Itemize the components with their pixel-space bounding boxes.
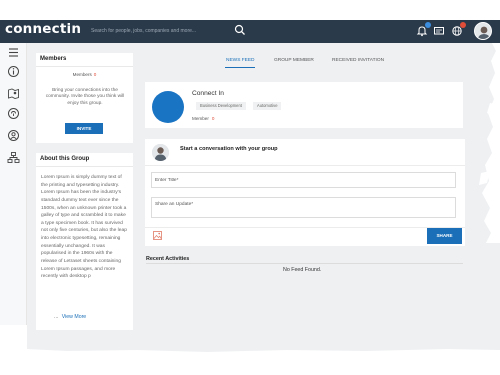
globe-badge <box>460 22 466 28</box>
members-panel-title: Members <box>40 56 67 62</box>
group-members-label: Member <box>192 116 209 121</box>
notifications-button[interactable] <box>416 22 431 37</box>
search-icon[interactable] <box>234 24 246 36</box>
members-count: Members 0 <box>36 72 133 77</box>
tab-received-invitation[interactable]: RECEIVED INVITATION <box>332 58 384 63</box>
empty-feed-message: No Feed Found. <box>283 267 322 273</box>
divider <box>36 66 133 67</box>
group-tag: Business Development <box>196 102 246 110</box>
top-navigation-bar: connectin <box>0 20 500 43</box>
link-icon[interactable] <box>7 107 20 120</box>
network-icon[interactable] <box>7 151 20 164</box>
menu-icon[interactable] <box>7 46 20 59</box>
about-panel-title: About this Group <box>40 156 90 162</box>
composer-title: Start a conversation with your group <box>180 146 278 152</box>
post-title-input[interactable] <box>151 172 456 188</box>
members-count-label: Members <box>72 72 92 77</box>
group-name: Connect In <box>192 90 224 97</box>
group-members-count: Member 0 <box>192 116 214 121</box>
about-panel: About this Group Lorem Ipsum is simply d… <box>36 153 133 330</box>
share-button[interactable]: SHARE <box>427 228 462 244</box>
info-icon[interactable] <box>7 65 20 78</box>
group-header-card: Connect In Business Development Automoti… <box>145 82 463 128</box>
group-tag: Automotive <box>253 102 282 110</box>
torn-edge-right <box>479 43 500 243</box>
post-update-input[interactable] <box>151 197 456 218</box>
group-members-value: 0 <box>211 116 215 121</box>
group-tabs: NEWS FEED GROUP MEMBER RECEIVED INVITATI… <box>140 53 465 69</box>
post-composer: Start a conversation with your group SHA… <box>145 139 465 246</box>
members-count-value: 0 <box>93 72 97 77</box>
about-text: Lorem Ipsum is simply dummy text of the … <box>41 175 127 280</box>
view-more-row: ... View More <box>54 314 86 320</box>
app-logo[interactable]: connectin <box>5 21 81 37</box>
user-avatar[interactable] <box>474 22 492 40</box>
composer-avatar-image <box>152 144 169 161</box>
divider <box>146 263 463 264</box>
torn-edge-bottom <box>27 349 500 353</box>
view-more-link[interactable]: View More <box>62 314 86 320</box>
user-avatar-image <box>475 23 491 39</box>
group-logo <box>152 91 184 123</box>
group-icon[interactable] <box>7 129 20 142</box>
invite-button[interactable]: INVITE <box>65 123 103 134</box>
messages-icon <box>434 27 444 35</box>
active-tab-indicator <box>225 67 255 68</box>
ellipsis: ... <box>54 314 59 320</box>
tab-news-feed[interactable]: NEWS FEED <box>226 58 255 63</box>
members-panel: Members Members 0 Bring your connections … <box>36 53 133 143</box>
messages-button[interactable] <box>433 24 445 36</box>
recent-activities-title: Recent Activities <box>146 256 190 262</box>
composer-avatar <box>152 144 169 161</box>
tab-group-member[interactable]: GROUP MEMBER <box>274 58 314 63</box>
invite-description: Bring your connections into the communit… <box>45 88 125 106</box>
divider <box>36 166 133 167</box>
side-rail <box>0 43 27 325</box>
divider <box>145 165 465 166</box>
search-input[interactable] <box>87 23 250 39</box>
globe-button[interactable] <box>451 22 466 36</box>
map-icon[interactable] <box>7 87 20 100</box>
notifications-badge <box>425 22 431 28</box>
composer-footer: SHARE <box>145 227 465 246</box>
image-icon[interactable] <box>153 231 162 240</box>
